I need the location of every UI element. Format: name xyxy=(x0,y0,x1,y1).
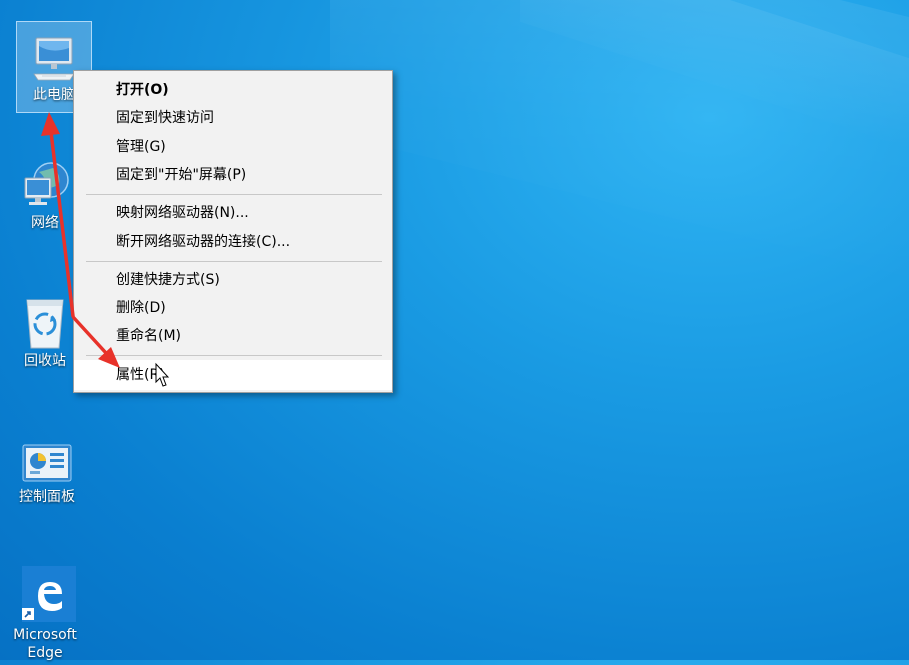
control-panel-icon xyxy=(10,432,84,486)
menu-separator xyxy=(86,261,382,262)
context-menu: 打开(O) 固定到快速访问 管理(G) 固定到"开始"屏幕(P) 映射网络驱动器… xyxy=(73,70,393,393)
recycle-bin-icon xyxy=(8,294,82,350)
wallpaper-light-beam xyxy=(330,0,909,308)
desktop-icon-network[interactable]: 网络 xyxy=(8,158,82,235)
edge-icon xyxy=(8,562,82,624)
desktop-icon-label: 回收站 xyxy=(24,353,66,369)
desktop-icon-label: 网络 xyxy=(31,215,59,231)
menu-separator xyxy=(86,194,382,195)
menu-item-manage[interactable]: 管理(G) xyxy=(74,133,392,161)
desktop-icon-label: Microsoft Edge xyxy=(13,627,77,661)
network-icon xyxy=(8,158,82,212)
wallpaper-light-beam-2 xyxy=(520,0,909,159)
menu-item-map-network-drive[interactable]: 映射网络驱动器(N)... xyxy=(74,199,392,227)
desktop-icon-control-panel[interactable]: 控制面板 xyxy=(10,432,84,509)
menu-item-rename[interactable]: 重命名(M) xyxy=(74,322,392,350)
desktop-icon-edge[interactable]: Microsoft Edge xyxy=(8,562,82,665)
menu-item-properties[interactable]: 属性(R) xyxy=(74,360,392,390)
desktop-icon-recycle-bin[interactable]: 回收站 xyxy=(8,294,82,373)
menu-item-pin-start[interactable]: 固定到"开始"屏幕(P) xyxy=(74,161,392,189)
menu-item-disconnect-network-drive[interactable]: 断开网络驱动器的连接(C)... xyxy=(74,228,392,256)
menu-item-pin-quick-access[interactable]: 固定到快速访问 xyxy=(74,104,392,132)
menu-separator xyxy=(86,355,382,356)
menu-item-delete[interactable]: 删除(D) xyxy=(74,294,392,322)
menu-item-open[interactable]: 打开(O) xyxy=(74,76,392,104)
desktop-icon-label: 控制面板 xyxy=(19,489,75,505)
menu-item-create-shortcut[interactable]: 创建快捷方式(S) xyxy=(74,266,392,294)
